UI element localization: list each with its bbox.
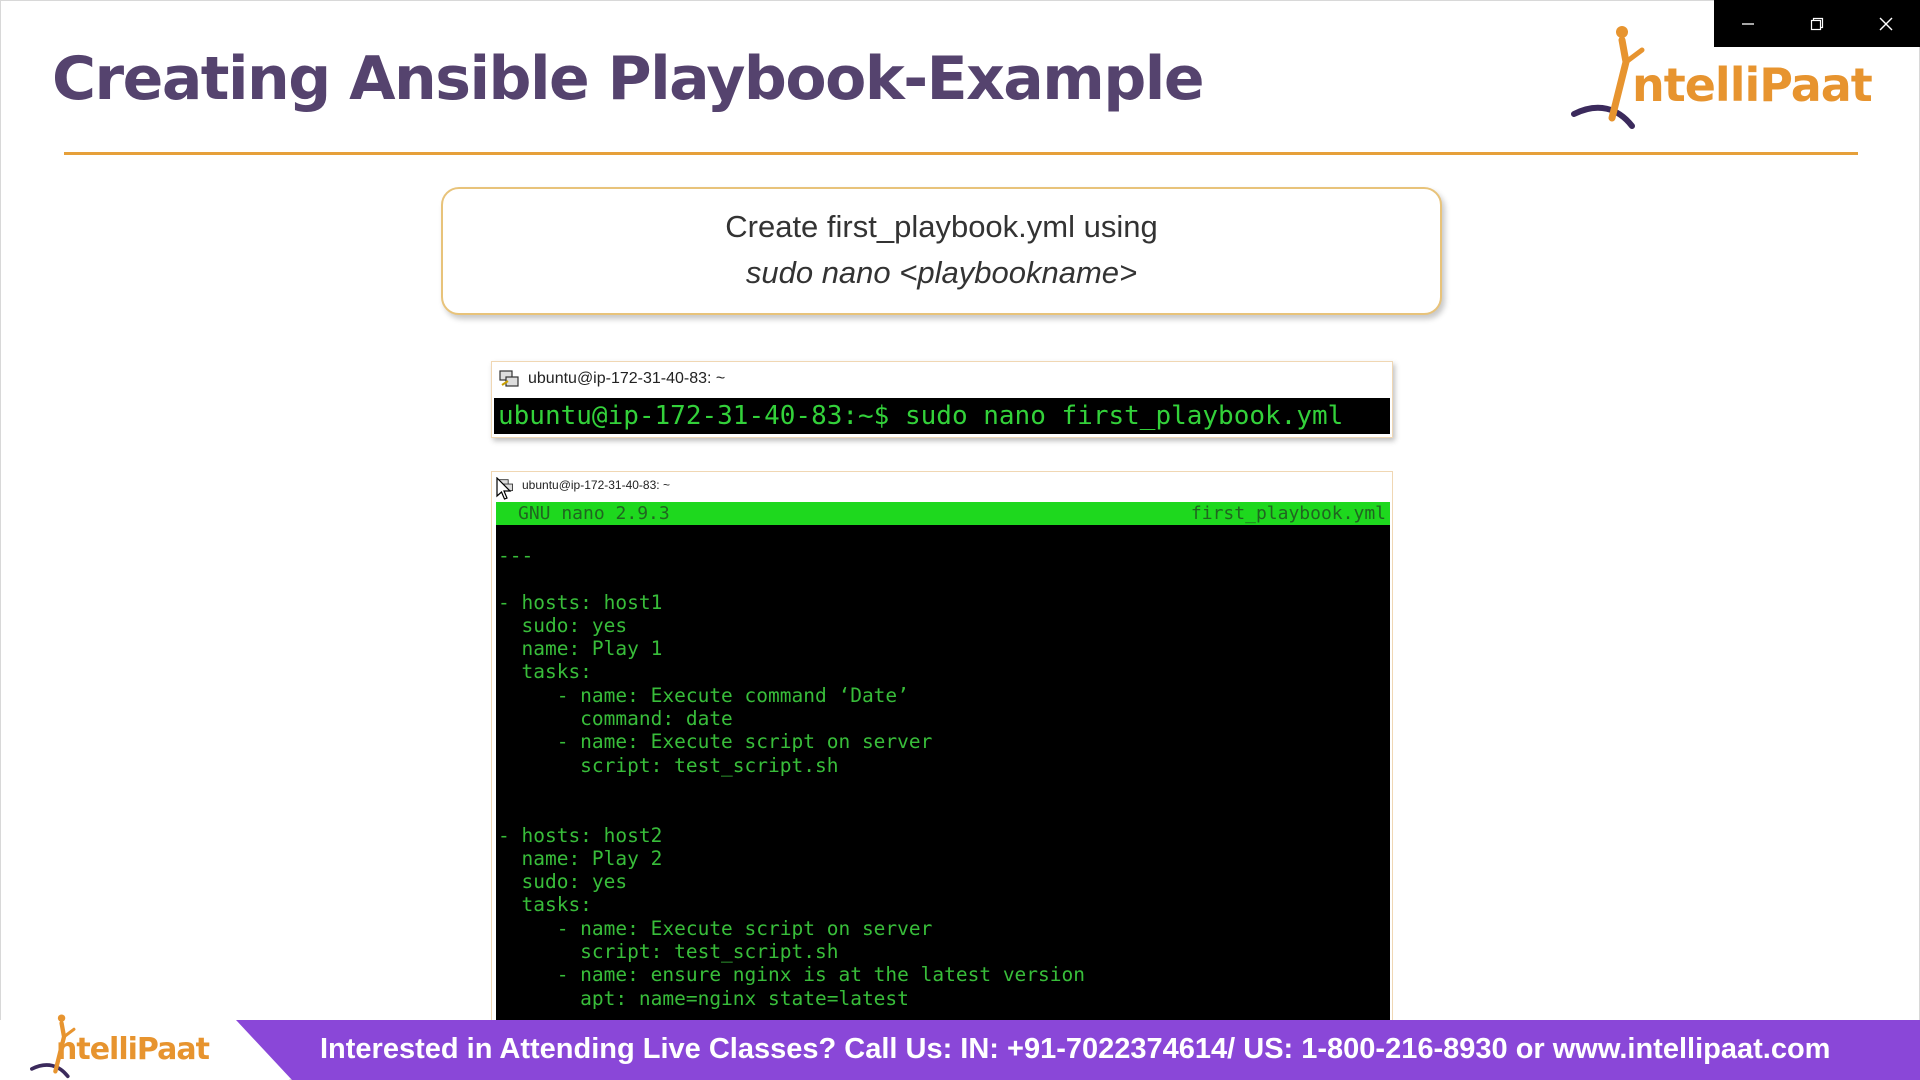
terminal-window-nano: ubuntu@ip-172-31-40-83: ~ GNU nano 2.9.3…: [491, 471, 1393, 1025]
playbook-yaml-content[interactable]: --- - hosts: host1 sudo: yes name: Play …: [496, 544, 1085, 1010]
nano-editor-area[interactable]: --- - hosts: host1 sudo: yes name: Play …: [496, 525, 1390, 1024]
footer-banner: Interested in Attending Live Classes? Ca…: [0, 1020, 1920, 1080]
slide-title: Creating Ansible Playbook-Example: [52, 44, 1205, 114]
footer-logo: ntelliPaat: [26, 1012, 226, 1080]
intellipaat-logo: ntelliPaat: [1568, 22, 1873, 132]
instruction-line-1: Create first_playbook.yml using: [725, 209, 1158, 244]
close-button[interactable]: [1851, 0, 1920, 47]
title-divider: [64, 152, 1858, 155]
logo-wordmark: ntelliPaat: [1632, 58, 1873, 112]
nano-header-bar: GNU nano 2.9.3 first_playbook.yml: [496, 502, 1390, 525]
nano-filename: first_playbook.yml: [1190, 503, 1386, 524]
mouse-cursor-icon: [496, 477, 512, 500]
close-icon: [1879, 17, 1893, 30]
logo-wordmark: ntelliPaat: [56, 1032, 210, 1067]
terminal-command-line[interactable]: ubuntu@ip-172-31-40-83:~$ sudo nano firs…: [494, 398, 1390, 434]
terminal-window-command: ubuntu@ip-172-31-40-83: ~ ubuntu@ip-172-…: [491, 361, 1393, 438]
putty-icon: [499, 370, 519, 387]
terminal-titlebar: ubuntu@ip-172-31-40-83: ~: [492, 362, 1392, 396]
footer-contact-text: Interested in Attending Live Classes? Ca…: [320, 1033, 1831, 1065]
terminal-title: ubuntu@ip-172-31-40-83: ~: [522, 478, 670, 492]
terminal-title: ubuntu@ip-172-31-40-83: ~: [528, 370, 726, 387]
instruction-callout: Create first_playbook.yml using sudo nan…: [441, 187, 1442, 315]
terminal-titlebar: ubuntu@ip-172-31-40-83: ~: [492, 472, 1392, 498]
nano-version: GNU nano 2.9.3: [518, 503, 670, 524]
instruction-line-2: sudo nano <playbookname>: [745, 255, 1138, 290]
